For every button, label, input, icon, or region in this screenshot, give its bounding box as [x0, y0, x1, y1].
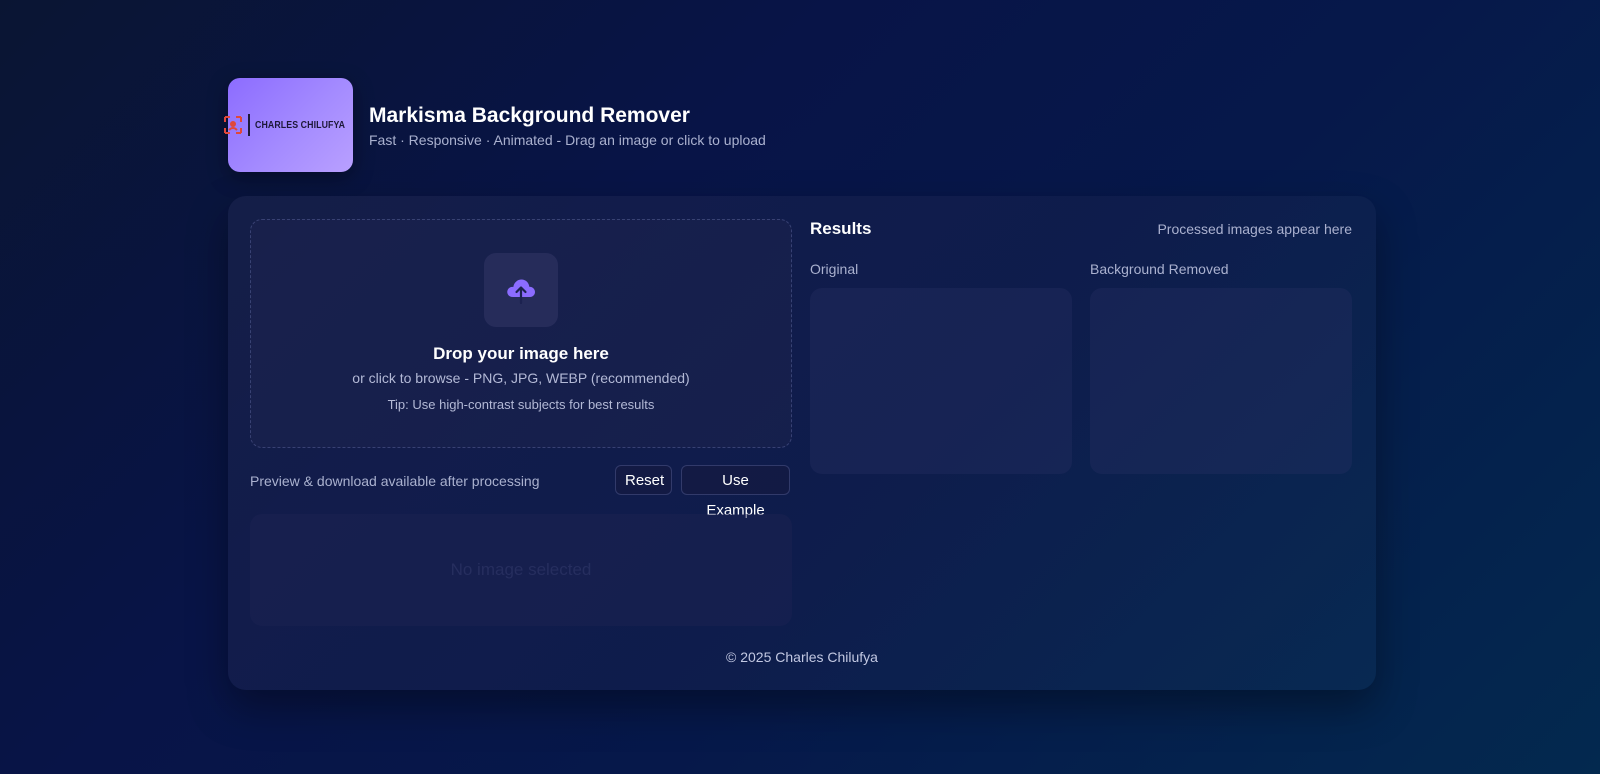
- action-row: Preview & download available after proce…: [250, 465, 792, 519]
- results-note: Processed images appear here: [1157, 221, 1352, 237]
- dropzone-title: Drop your image here: [433, 344, 609, 363]
- upload-icon-tile: [484, 253, 558, 327]
- results-title: Results: [810, 219, 872, 238]
- logo-mark-icon: [224, 116, 243, 134]
- main-panel: Drop your image here or click to browse …: [228, 196, 1376, 690]
- background-removed-label: Background Removed: [1090, 261, 1229, 277]
- logo-text: CHARLES CHILUFYA: [255, 119, 346, 131]
- header-titles: Markisma Background Remover Fast · Respo…: [369, 101, 766, 149]
- use-example-button[interactable]: Use Example: [681, 465, 790, 519]
- app-header: CHARLES CHILUFYA Markisma Background Rem…: [224, 78, 766, 172]
- logo-divider: [248, 114, 251, 136]
- removed-column: Background Removed: [1090, 260, 1352, 474]
- dropzone-tip: Tip: Use high-contrast subjects for best…: [387, 397, 655, 412]
- brand-logo: CHARLES CHILUFYA: [224, 78, 353, 172]
- processing-note: Preview & download available after proce…: [250, 473, 540, 489]
- preview-empty-text: No image selected: [450, 560, 592, 579]
- reset-button[interactable]: Reset: [615, 465, 672, 495]
- original-column: Original: [810, 260, 1072, 474]
- original-image-slot: [810, 288, 1072, 474]
- app-subtitle: Fast · Responsive · Animated - Drag an i…: [369, 132, 766, 148]
- background-removed-image-slot: [1090, 288, 1352, 474]
- upload-dropzone[interactable]: Drop your image here or click to browse …: [250, 219, 792, 448]
- footer-copyright: © 2025 Charles Chilufya: [726, 649, 878, 665]
- dropzone-subtitle: or click to browse - PNG, JPG, WEBP (rec…: [352, 370, 690, 386]
- original-label: Original: [810, 261, 859, 277]
- preview-area: No image selected: [250, 514, 792, 626]
- cloud-upload-icon: [507, 279, 535, 305]
- app-title: Markisma Background Remover: [369, 104, 690, 127]
